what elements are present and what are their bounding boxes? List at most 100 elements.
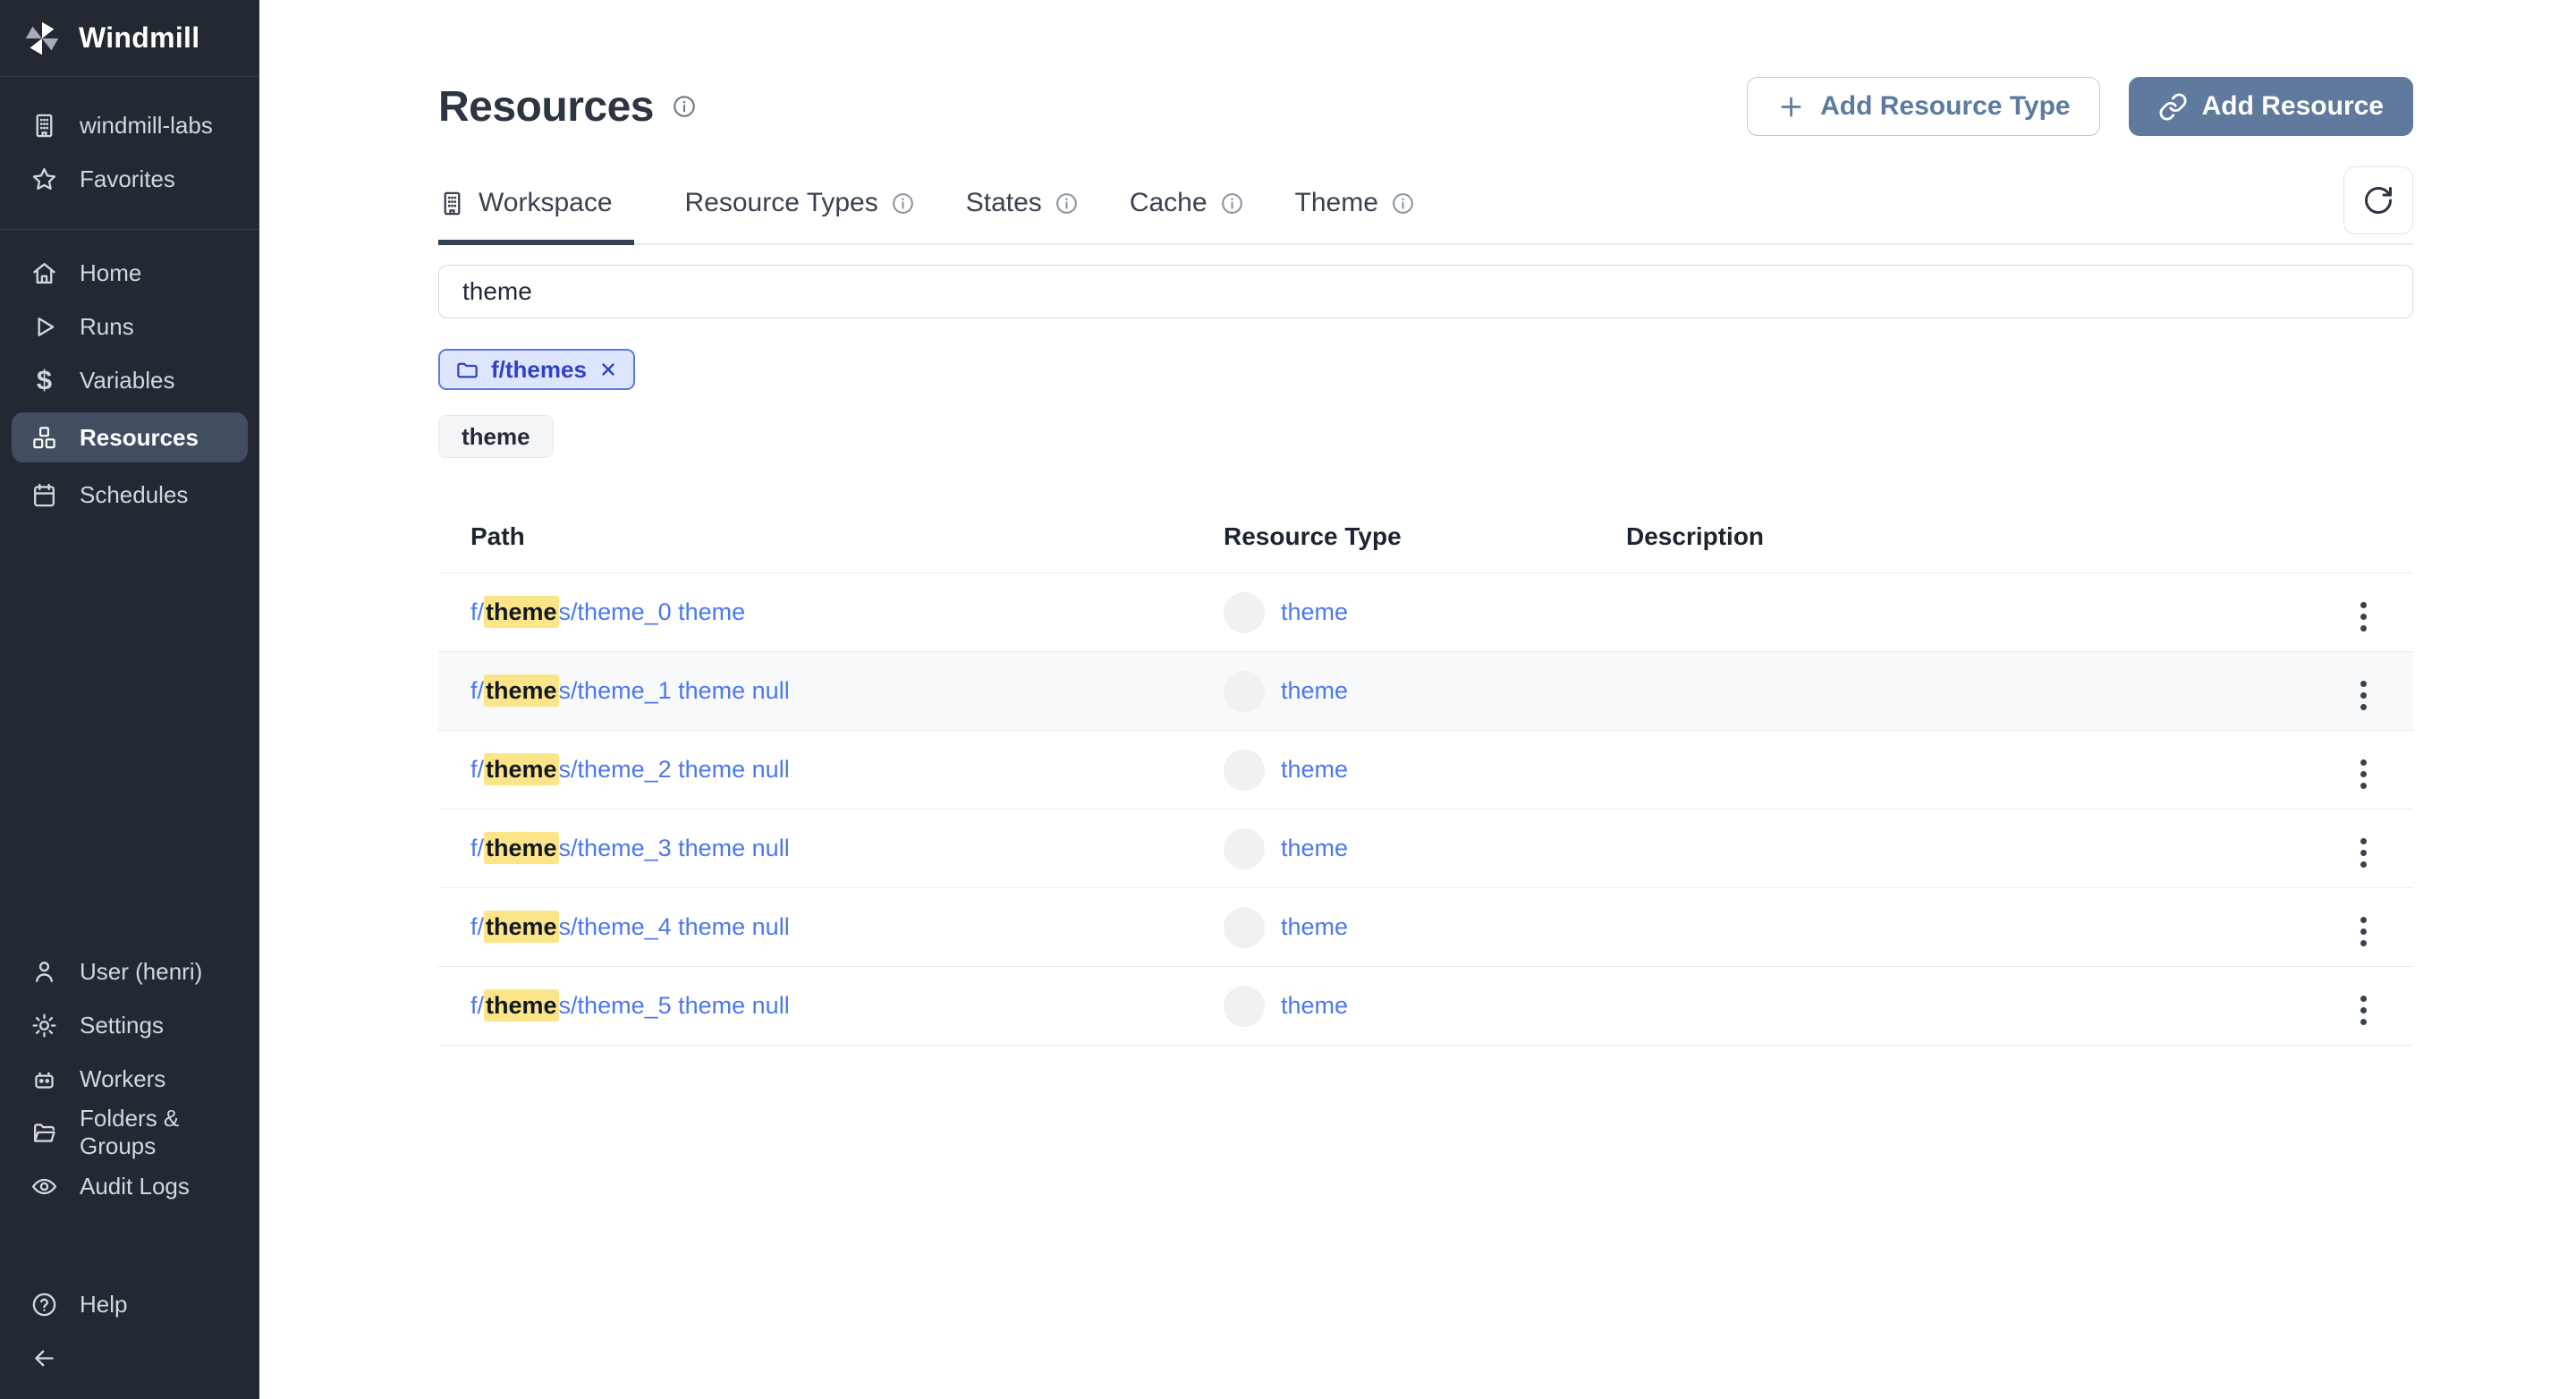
path-cell: f/themes/theme_3 theme null <box>438 809 1206 888</box>
plus-icon <box>1781 97 1801 116</box>
row-menu-button[interactable] <box>2353 752 2374 796</box>
sidebar-item-label: Runs <box>80 312 134 340</box>
resources-table: Path Resource Type Description f/themes/… <box>438 497 2413 1046</box>
sidebar: Windmill windmill-labs Favorites Home Ru… <box>0 0 259 1399</box>
table-row[interactable]: f/themes/theme_1 theme null theme <box>438 651 2413 731</box>
sidebar-item-label: Settings <box>80 1011 164 1039</box>
search-term-badge: theme <box>438 415 554 458</box>
resource-type-link[interactable]: theme <box>1281 913 1348 941</box>
row-menu-button[interactable] <box>2353 831 2374 875</box>
sidebar-item-user[interactable]: User (henri) <box>0 945 259 998</box>
sidebar-item-schedules[interactable]: Schedules <box>0 468 259 521</box>
actions-cell <box>2288 651 2413 731</box>
tab-label: Workspace <box>479 188 613 217</box>
resource-type-avatar <box>1224 591 1265 633</box>
remove-folder-filter-button[interactable] <box>598 360 618 379</box>
path-cell: f/themes/theme_1 theme null <box>438 651 1206 731</box>
sidebar-item-label: Folders & Groups <box>80 1105 180 1159</box>
main-content: Resources Add Resource Type Add Resource… <box>259 0 2576 1399</box>
help-icon <box>32 1293 56 1316</box>
resource-type-cell: theme <box>1206 730 1594 810</box>
description-cell <box>1594 572 2288 652</box>
tab-theme[interactable]: Theme <box>1295 188 1415 245</box>
workspace-name: windmill-labs <box>80 111 213 139</box>
resource-type-link[interactable]: theme <box>1281 677 1348 705</box>
add-resource-type-button[interactable]: Add Resource Type <box>1747 77 2100 136</box>
search-input[interactable] <box>438 265 2413 318</box>
resource-path-link[interactable]: f/themes/theme_0 theme <box>470 596 745 628</box>
gear-icon <box>32 1013 56 1038</box>
info-icon <box>892 192 913 214</box>
sidebar-item-folders-groups[interactable]: Folders & Groups <box>0 1105 259 1159</box>
sidebar-collapse-button[interactable] <box>0 1331 259 1385</box>
path-cell: f/themes/theme_4 theme null <box>438 887 1206 967</box>
resource-type-link[interactable]: theme <box>1281 598 1348 626</box>
home-icon <box>33 262 55 284</box>
sidebar-bottom: User (henri) Settings Workers Folders & … <box>0 945 259 1399</box>
sidebar-help-block: Help <box>0 1277 259 1385</box>
resource-path-link[interactable]: f/themes/theme_5 theme null <box>470 989 790 1022</box>
row-menu-button[interactable] <box>2353 674 2374 717</box>
app-logo[interactable]: Windmill <box>0 0 259 77</box>
row-menu-button[interactable] <box>2353 910 2374 954</box>
resource-type-cell: theme <box>1206 572 1594 652</box>
tab-states[interactable]: States <box>966 188 1079 245</box>
sidebar-item-resources[interactable]: Resources <box>12 412 248 462</box>
tab-label: Theme <box>1294 188 1378 217</box>
add-resource-button[interactable]: Add Resource <box>2128 77 2413 136</box>
arrow-left-icon <box>35 1350 54 1366</box>
tab-label: States <box>965 188 1042 217</box>
search-match-highlight: theme <box>484 989 559 1022</box>
info-icon <box>1055 192 1077 214</box>
resource-type-link[interactable]: theme <box>1281 835 1348 862</box>
sidebar-item-favorites[interactable]: Favorites <box>0 152 259 206</box>
sidebar-item-runs[interactable]: Runs <box>0 300 259 353</box>
resource-path-link[interactable]: f/themes/theme_2 theme null <box>470 753 790 785</box>
path-cell: f/themes/theme_5 theme null <box>438 966 1206 1046</box>
actions-cell <box>2288 572 2413 652</box>
column-header-resource-type: Resource Type <box>1206 497 1594 573</box>
tab-resource-types[interactable]: Resource Types <box>685 188 915 245</box>
cubes-icon <box>33 426 55 448</box>
sidebar-item-workers[interactable]: Workers <box>0 1052 259 1106</box>
table-row[interactable]: f/themes/theme_4 theme null theme <box>438 887 2413 967</box>
column-header-path: Path <box>438 497 1206 573</box>
filter-chip-row: f/themes <box>438 349 2413 390</box>
resource-type-avatar <box>1224 670 1265 712</box>
sidebar-item-label: Workers <box>80 1064 166 1092</box>
refresh-button[interactable] <box>2343 166 2413 234</box>
table-row[interactable]: f/themes/theme_3 theme null theme <box>438 809 2413 888</box>
link-icon <box>2159 93 2187 120</box>
sidebar-item-audit-logs[interactable]: Audit Logs <box>0 1159 259 1213</box>
row-menu-button[interactable] <box>2353 988 2374 1032</box>
folder-filter-chip[interactable]: f/themes <box>438 349 635 390</box>
row-menu-button[interactable] <box>2353 595 2374 639</box>
table-row[interactable]: f/themes/theme_2 theme null theme <box>438 730 2413 810</box>
add-resource-type-label: Add Resource Type <box>1820 91 2071 121</box>
table-row[interactable]: f/themes/theme_5 theme null theme <box>438 966 2413 1046</box>
building-icon <box>444 191 461 215</box>
resource-type-link[interactable]: theme <box>1281 756 1348 784</box>
tab-label: Resource Types <box>684 188 878 217</box>
resource-type-link[interactable]: theme <box>1281 992 1348 1020</box>
description-cell <box>1594 651 2288 731</box>
tab-bar: Workspace Resource Types States Cache Th… <box>438 166 2413 245</box>
resource-path-link[interactable]: f/themes/theme_3 theme null <box>470 832 790 864</box>
sidebar-item-settings[interactable]: Settings <box>0 998 259 1052</box>
sidebar-item-variables[interactable]: $ Variables <box>0 353 259 407</box>
sidebar-item-home[interactable]: Home <box>0 246 259 300</box>
table-row[interactable]: f/themes/theme_0 theme theme <box>438 572 2413 652</box>
tab-cache[interactable]: Cache <box>1130 188 1244 245</box>
eye-icon <box>31 1178 57 1194</box>
sidebar-item-workspace[interactable]: windmill-labs <box>0 98 259 152</box>
calendar-icon <box>34 483 55 506</box>
info-icon[interactable] <box>672 94 697 119</box>
resource-path-link[interactable]: f/themes/theme_1 theme null <box>470 674 790 707</box>
page-header: Resources Add Resource Type Add Resource <box>438 0 2413 136</box>
sidebar-item-help[interactable]: Help <box>0 1277 259 1331</box>
actions-cell <box>2288 730 2413 810</box>
play-icon <box>38 317 55 336</box>
resource-type-cell: theme <box>1206 966 1594 1046</box>
tab-workspace[interactable]: Workspace <box>438 188 634 245</box>
resource-path-link[interactable]: f/themes/theme_4 theme null <box>470 911 790 943</box>
